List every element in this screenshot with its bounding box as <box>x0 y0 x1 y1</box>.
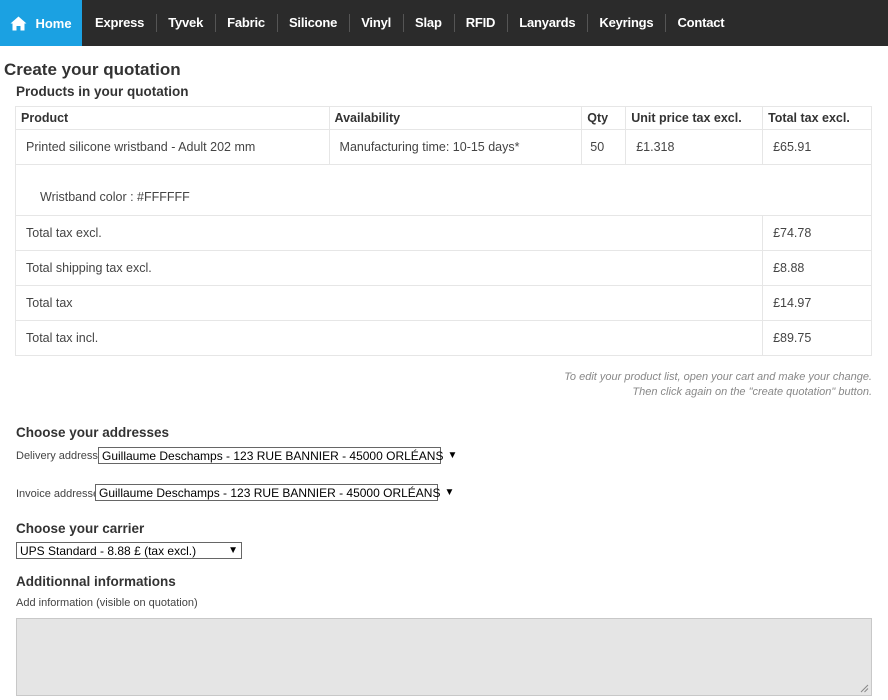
nav-item-tyvek[interactable]: Tyvek <box>156 0 215 46</box>
product-unit-price: £1.318 <box>625 129 764 165</box>
nav-home[interactable]: Home <box>0 0 82 46</box>
additional-section-title: Additionnal informations <box>16 574 176 589</box>
invoice-address-value: Guillaume Deschamps - 123 RUE BANNIER - … <box>99 485 441 500</box>
home-icon <box>10 16 27 30</box>
total-value: £74.78 <box>762 215 872 251</box>
header-unit-price: Unit price tax excl. <box>625 106 764 130</box>
table-row: Total tax £14.97 <box>14 285 872 321</box>
product-total: £65.91 <box>762 129 872 165</box>
header-qty: Qty <box>581 106 627 130</box>
nav-item-lanyards[interactable]: Lanyards <box>507 0 587 46</box>
addresses-section-title: Choose your addresses <box>16 425 170 440</box>
page-title: Create your quotation <box>4 60 181 79</box>
additional-info-label: Add information (visible on quotation) <box>16 597 198 609</box>
table-row: Total tax excl. £74.78 <box>14 215 872 251</box>
note-line: Then click again on the "create quotatio… <box>632 386 872 398</box>
nav-item-slap[interactable]: Slap <box>403 0 454 46</box>
nav-home-label: Home <box>35 15 72 31</box>
wristband-color: Wristband color : #FFFFFF <box>15 164 872 216</box>
nav-item-express[interactable]: Express <box>82 0 156 46</box>
carrier-value: UPS Standard - 8.88 £ (tax excl.) <box>20 543 197 558</box>
table-row: Total shipping tax excl. £8.88 <box>14 250 872 286</box>
header-availability: Availability <box>328 106 583 130</box>
product-name: Printed silicone wristband - Adult 202 m… <box>15 129 330 165</box>
delivery-address-label: Delivery addresse <box>16 450 105 462</box>
delivery-address-select[interactable]: Guillaume Deschamps - 123 RUE BANNIER - … <box>98 447 457 464</box>
total-value: £14.97 <box>762 285 872 321</box>
nav-item-fabric[interactable]: Fabric <box>215 0 277 46</box>
dropdown-arrow-icon: ▼ <box>447 450 458 461</box>
header-product: Product <box>15 106 330 130</box>
delivery-address-value: Guillaume Deschamps - 123 RUE BANNIER - … <box>102 448 444 463</box>
dropdown-arrow-icon: ▼ <box>228 545 238 556</box>
nav-item-rfid[interactable]: RFID <box>453 0 508 46</box>
total-value: £89.75 <box>762 320 872 356</box>
dropdown-arrow-icon: ▼ <box>444 487 455 498</box>
note-line: To edit your product list, open your car… <box>564 371 872 383</box>
products-section-title: Products in your quotation <box>16 84 189 99</box>
nav-item-contact[interactable]: Contact <box>665 0 736 46</box>
nav-item-silicone[interactable]: Silicone <box>276 0 349 46</box>
table-header-row: Product Availability Qty Unit price tax … <box>15 106 872 130</box>
header-total: Total tax excl. <box>762 106 872 130</box>
total-label: Total tax incl. <box>14 320 764 356</box>
product-qty: 50 <box>581 129 627 165</box>
total-label: Total shipping tax excl. <box>14 250 764 286</box>
carrier-section-title: Choose your carrier <box>16 521 145 536</box>
nav-item-vinyl[interactable]: Vinyl <box>349 0 403 46</box>
carrier-select[interactable]: UPS Standard - 8.88 £ (tax excl.) ▼ <box>16 542 242 559</box>
table-row: Wristband color : #FFFFFF <box>15 164 872 216</box>
invoice-address-select[interactable]: Guillaume Deschamps - 123 RUE BANNIER - … <box>95 484 454 501</box>
total-label: Total tax <box>14 285 764 321</box>
table-row: Printed silicone wristband - Adult 202 m… <box>15 129 872 165</box>
total-label: Total tax excl. <box>14 215 764 251</box>
table-row: Total tax incl. £89.75 <box>14 320 872 356</box>
product-availability: Manufacturing time: 10-15 days* <box>328 129 583 165</box>
additional-info-textarea[interactable] <box>16 618 872 696</box>
quotation-table: Product Availability Qty Unit price tax … <box>14 106 872 356</box>
nav-item-keyrings[interactable]: Keyrings <box>587 0 665 46</box>
resize-handle-icon[interactable] <box>859 683 869 693</box>
invoice-address-label: Invoice addresse <box>16 488 100 500</box>
edit-cart-note: To edit your product list, open your car… <box>564 370 872 400</box>
total-value: £8.88 <box>762 250 872 286</box>
main-nav: Home Express Tyvek Fabric Silicone Vinyl… <box>0 0 888 46</box>
